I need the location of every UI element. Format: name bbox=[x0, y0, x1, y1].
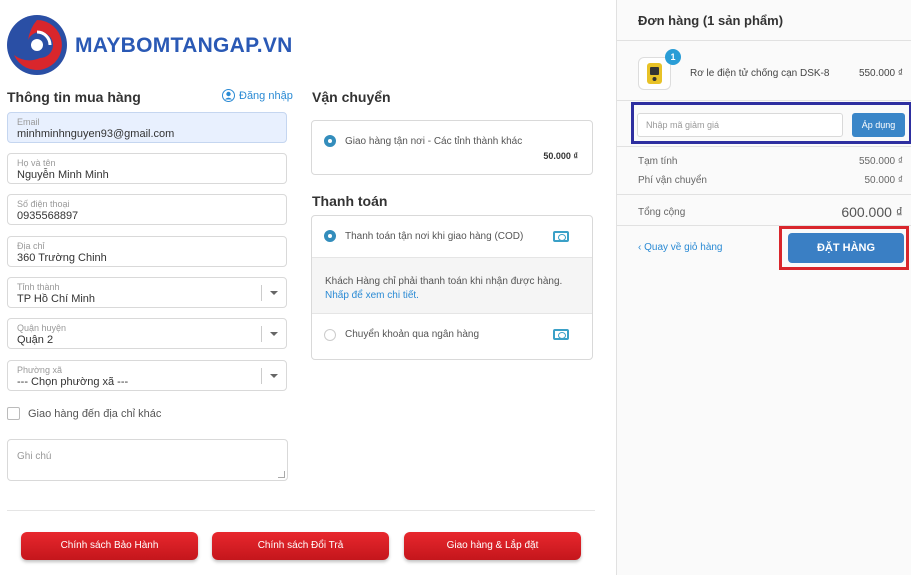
shipping-option-price: 50.000 ₫ bbox=[543, 151, 578, 161]
note-textarea[interactable]: Ghi chú bbox=[7, 439, 288, 481]
divider bbox=[617, 146, 911, 147]
phone-value: 0935568897 bbox=[17, 210, 79, 222]
address-field[interactable]: Địa chỉ 360 Trường Chinh bbox=[7, 236, 287, 267]
name-value: Nguyễn Minh Minh bbox=[17, 169, 109, 181]
buyer-info-title: Thông tin mua hàng bbox=[7, 89, 141, 105]
select-divider bbox=[261, 368, 262, 384]
shipping-fee-value: 50.000 ₫ bbox=[864, 175, 904, 186]
back-to-cart-label: Quay về giỏ hàng bbox=[644, 242, 723, 253]
resize-handle-icon[interactable] bbox=[278, 471, 285, 478]
brand-name: MAYBOMTANGAP.VN bbox=[75, 34, 293, 57]
province-label: Tỉnh thành bbox=[17, 282, 60, 292]
cash-icon bbox=[553, 231, 569, 242]
payment-options-box: Thanh toán tận nơi khi giao hàng (COD) K… bbox=[311, 215, 593, 360]
address-value: 360 Trường Chinh bbox=[17, 252, 107, 264]
shipping-option-radio[interactable] bbox=[324, 135, 336, 147]
bank-transfer-radio[interactable] bbox=[324, 329, 336, 341]
total-label: Tổng cộng bbox=[638, 207, 686, 218]
login-link[interactable]: Đăng nhập bbox=[222, 89, 293, 102]
name-label: Họ và tên bbox=[17, 158, 56, 168]
province-select[interactable]: Tỉnh thành TP Hồ Chí Minh bbox=[7, 277, 287, 308]
bank-transfer-label[interactable]: Chuyển khoản qua ngân hàng bbox=[345, 329, 479, 340]
order-title: Đơn hàng (1 sản phẩm) bbox=[638, 13, 784, 28]
ship-other-address-row[interactable]: Giao hàng đến địa chỉ khác bbox=[7, 407, 161, 420]
province-value: TP Hồ Chí Minh bbox=[17, 293, 96, 305]
logo-emblem-icon bbox=[7, 15, 67, 75]
cod-details-link[interactable]: Nhấp để xem chi tiết. bbox=[325, 290, 419, 301]
cod-info-text: Khách Hàng chỉ phải thanh toán khi nhận … bbox=[325, 276, 563, 287]
subtotal-label: Tạm tính bbox=[638, 156, 678, 167]
name-field[interactable]: Họ và tên Nguyễn Minh Minh bbox=[7, 153, 287, 184]
note-placeholder: Ghi chú bbox=[17, 451, 52, 462]
warranty-policy-button[interactable]: Chính sách Bảo Hành bbox=[21, 532, 198, 560]
shipping-option-box[interactable]: Giao hàng tận nơi - Các tỉnh thành khác … bbox=[311, 120, 593, 175]
email-value: minhminhnguyen93@gmail.com bbox=[17, 128, 175, 140]
divider bbox=[617, 194, 911, 195]
product-name: Rơ le điện tử chống cạn DSK-8 bbox=[690, 68, 830, 79]
ship-other-address-checkbox[interactable] bbox=[7, 407, 20, 420]
select-divider bbox=[261, 326, 262, 342]
cod-info-pane: Khách Hàng chỉ phải thanh toán khi nhận … bbox=[312, 257, 592, 314]
chevron-down-icon bbox=[270, 374, 278, 378]
user-icon bbox=[222, 89, 235, 102]
chevron-down-icon bbox=[270, 332, 278, 336]
email-label: Email bbox=[17, 117, 40, 127]
district-label: Quận huyện bbox=[17, 323, 67, 333]
district-select[interactable]: Quận huyện Quận 2 bbox=[7, 318, 287, 349]
delivery-install-button[interactable]: Giao hàng & Lắp đặt bbox=[404, 532, 581, 560]
apply-discount-button[interactable]: Áp dụng bbox=[852, 113, 905, 137]
total-value: 600.000 ₫ bbox=[841, 204, 903, 220]
login-label: Đăng nhập bbox=[239, 89, 293, 102]
address-label: Địa chỉ bbox=[17, 241, 45, 251]
phone-label: Số điện thoại bbox=[17, 199, 70, 209]
discount-code-input[interactable]: Nhập mã giảm giá bbox=[637, 113, 843, 137]
brand-logo[interactable]: MAYBOMTANGAP.VN bbox=[6, 14, 292, 80]
shipping-title: Vận chuyển bbox=[312, 89, 391, 105]
ship-other-address-label: Giao hàng đến địa chỉ khác bbox=[28, 407, 162, 420]
chevron-down-icon bbox=[270, 291, 278, 295]
ward-value: --- Chọn phường xã --- bbox=[17, 376, 129, 388]
cod-label[interactable]: Thanh toán tận nơi khi giao hàng (COD) bbox=[345, 231, 523, 242]
product-price: 550.000 ₫ bbox=[858, 68, 903, 79]
relay-device-icon bbox=[647, 63, 662, 84]
subtotal-value: 550.000 ₫ bbox=[858, 156, 903, 167]
email-field[interactable]: Email minhminhnguyen93@gmail.com bbox=[7, 112, 287, 143]
divider bbox=[617, 100, 911, 101]
back-to-cart-link[interactable]: ‹ Quay về giỏ hàng bbox=[638, 242, 723, 253]
shipping-fee-label: Phí vận chuyển bbox=[638, 175, 707, 186]
quantity-badge: 1 bbox=[665, 49, 681, 65]
return-policy-button[interactable]: Chính sách Đổi Trả bbox=[212, 532, 389, 560]
discount-placeholder: Nhập mã giảm giá bbox=[646, 120, 720, 130]
select-divider bbox=[261, 285, 262, 301]
bank-transfer-icon bbox=[553, 329, 569, 340]
district-value: Quận 2 bbox=[17, 334, 54, 346]
place-order-button[interactable]: ĐẶT HÀNG bbox=[788, 233, 904, 263]
divider bbox=[7, 510, 595, 511]
cod-radio[interactable] bbox=[324, 230, 336, 242]
divider bbox=[617, 40, 911, 41]
phone-field[interactable]: Số điện thoại 0935568897 bbox=[7, 194, 287, 225]
ward-select[interactable]: Phường xã --- Chọn phường xã --- bbox=[7, 360, 287, 391]
order-summary-panel: Đơn hàng (1 sản phẩm) 1 Rơ le điện tử ch… bbox=[616, 0, 911, 575]
shipping-option-label: Giao hàng tận nơi - Các tỉnh thành khác bbox=[345, 136, 523, 147]
payment-title: Thanh toán bbox=[312, 193, 388, 209]
ward-label: Phường xã bbox=[17, 365, 62, 375]
